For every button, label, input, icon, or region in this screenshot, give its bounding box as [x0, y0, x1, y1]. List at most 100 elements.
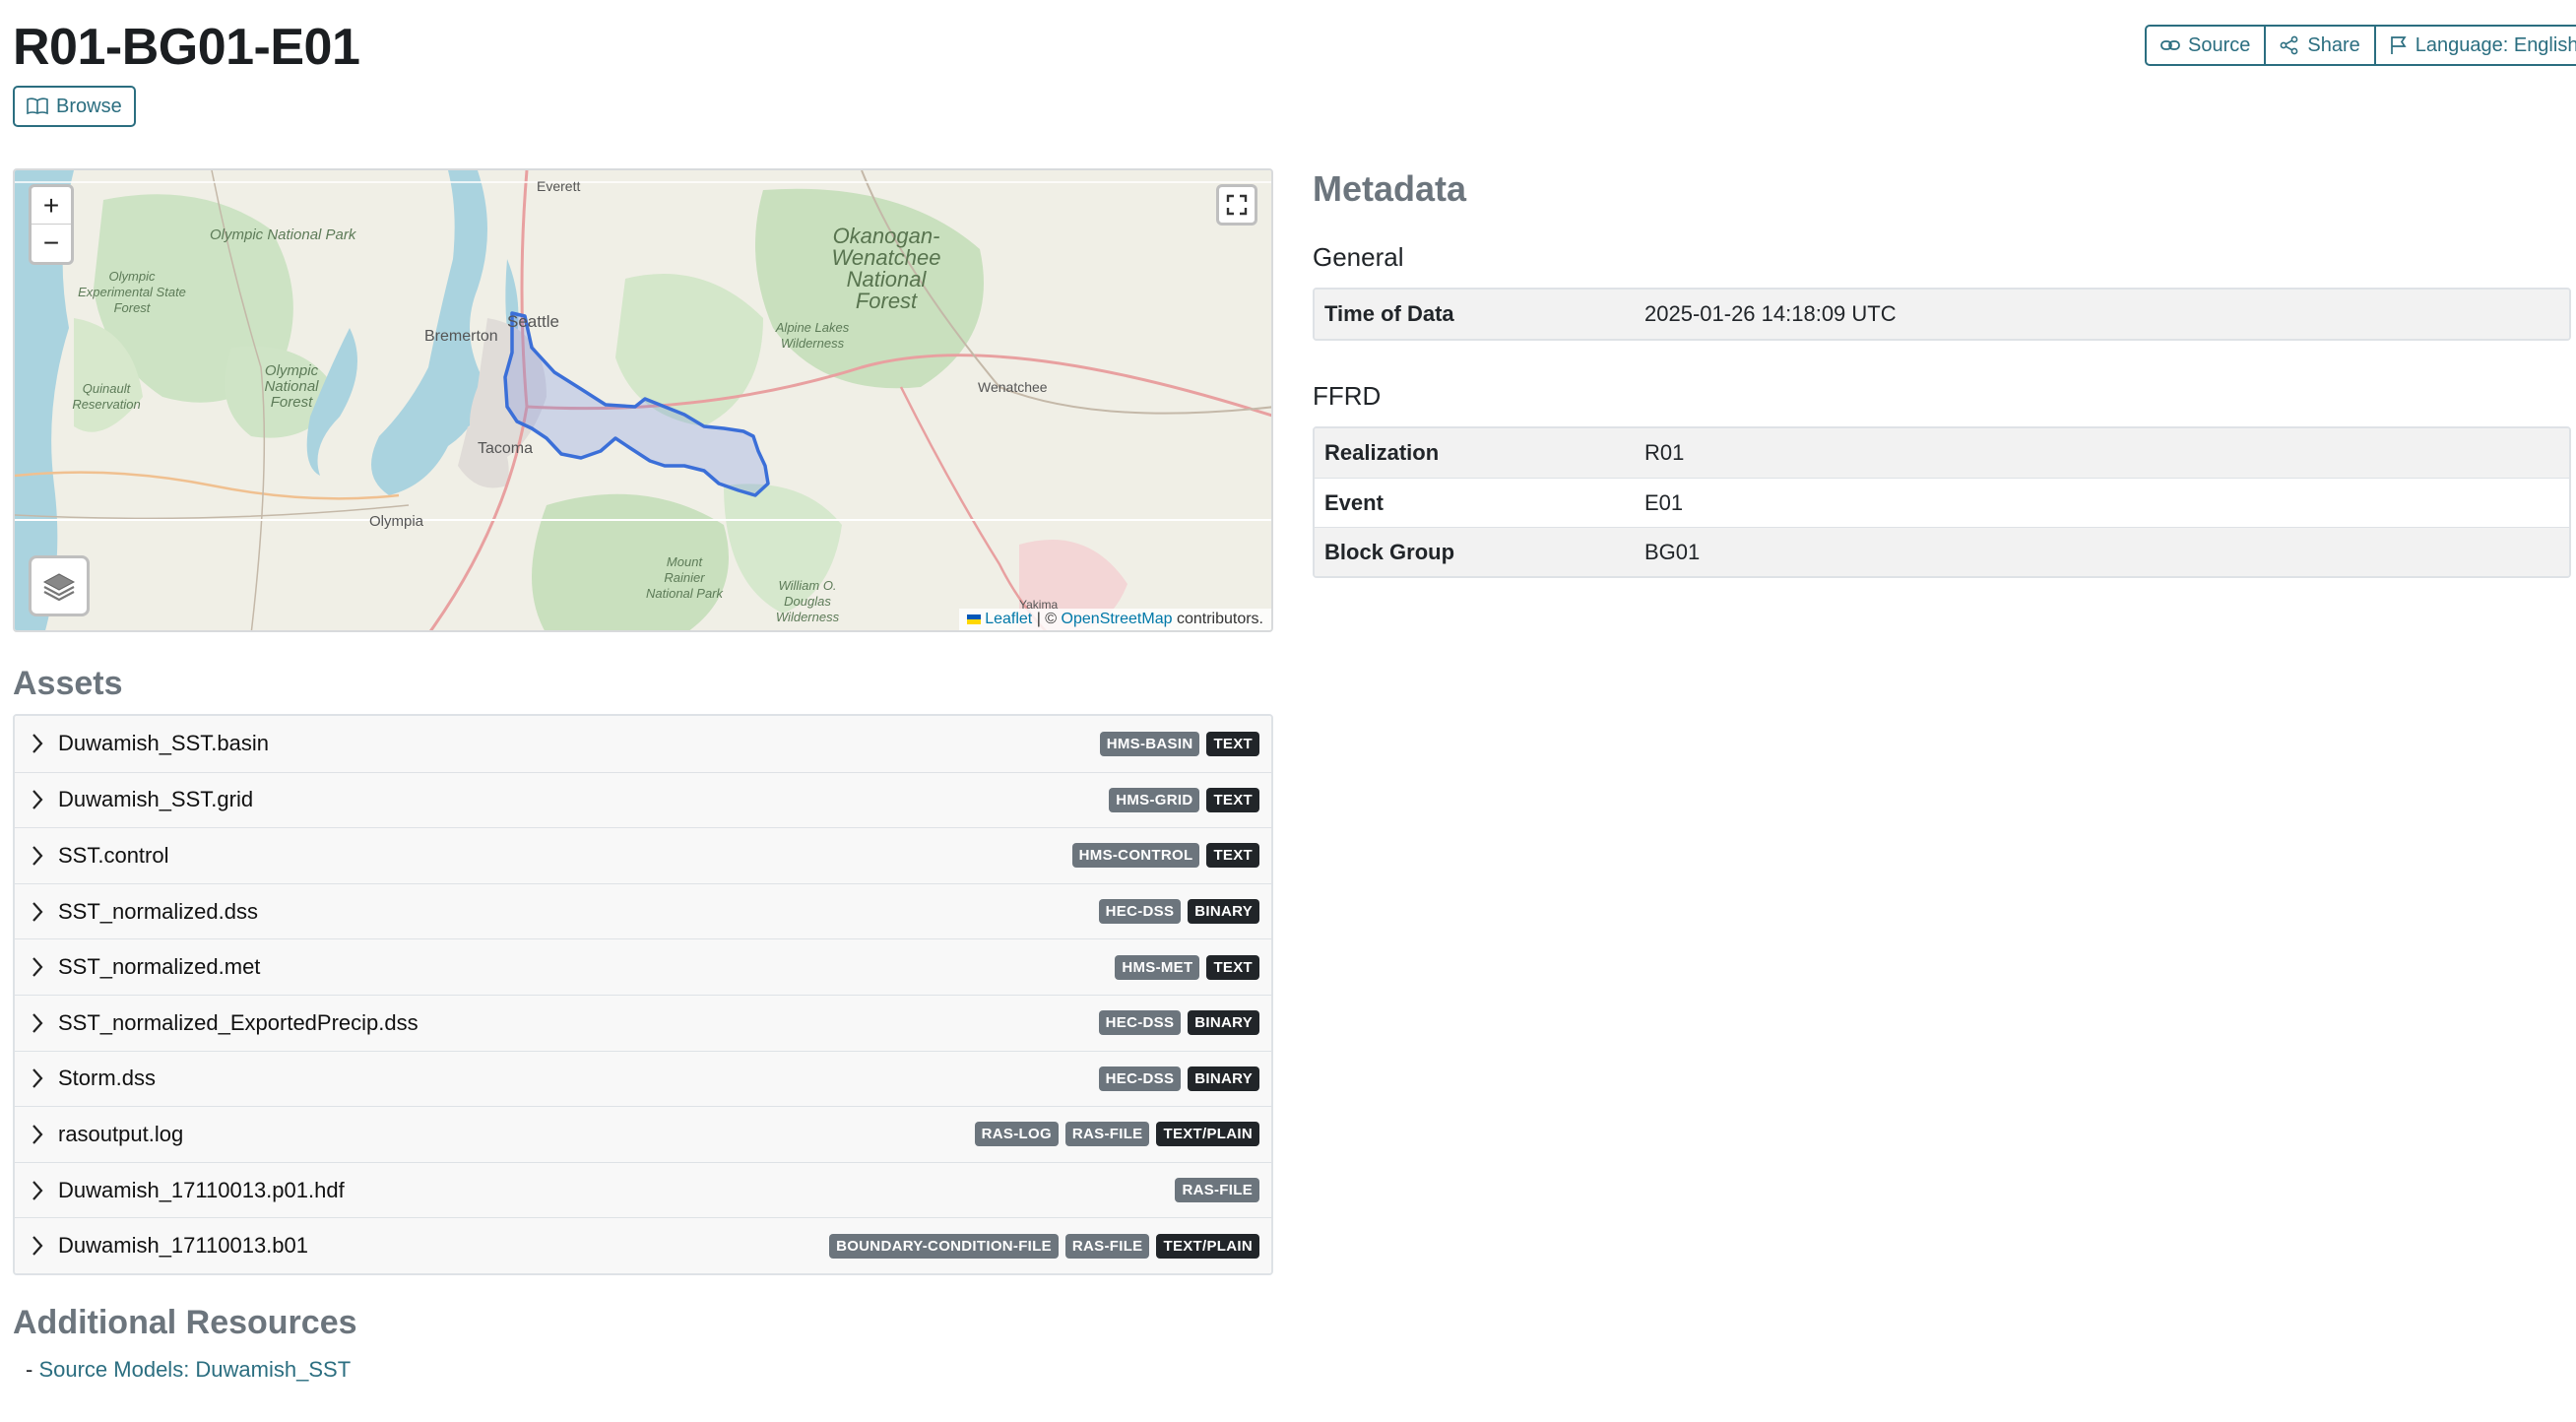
asset-name: SST_normalized_ExportedPrecip.dss	[58, 1009, 419, 1035]
map-label-douglas: William O. Douglas Wilderness	[775, 578, 840, 624]
map-label-rainier: Mount Rainier National Park	[645, 554, 724, 601]
additional-resources-list: - Source Models: Duwamish_SST	[26, 1357, 351, 1383]
metadata-title: Metadata	[1313, 168, 1467, 209]
role-badge: RAS-LOG	[974, 1122, 1059, 1147]
media-type-badge: TEXT/PLAIN	[1156, 1122, 1259, 1147]
browse-label: Browse	[56, 95, 122, 117]
role-badge: HEC-DSS	[1098, 1066, 1182, 1091]
zoom-in-button[interactable]: +	[32, 187, 71, 225]
map-label-quinault: Quinault Reservation	[72, 381, 141, 412]
asset-row[interactable]: Storm.dss HEC-DSS BINARY	[15, 1050, 1271, 1107]
media-type-badge: TEXT	[1206, 731, 1259, 756]
source-button[interactable]: Source	[2145, 25, 2267, 66]
asset-badges: HMS-MET TEXT	[1115, 954, 1259, 980]
asset-row[interactable]: SST_normalized.met HMS-MET TEXT	[15, 938, 1271, 995]
map-view[interactable]: Olympic National Park Olympic Experiment…	[13, 168, 1273, 632]
asset-row[interactable]: SST_normalized_ExportedPrecip.dss HEC-DSS…	[15, 994, 1271, 1051]
additional-resources-title: Additional Resources	[13, 1304, 357, 1341]
list-bullet: -	[26, 1357, 33, 1382]
row-key: Realization	[1324, 440, 1440, 465]
asset-row[interactable]: SST.control HMS-CONTROL TEXT	[15, 827, 1271, 883]
source-models-link[interactable]: Source Models: Duwamish_SST	[38, 1357, 351, 1382]
asset-name: SST_normalized.met	[58, 954, 261, 980]
share-button[interactable]: Share	[2264, 25, 2376, 66]
fullscreen-icon	[1226, 194, 1248, 216]
table-row: Event E01	[1315, 478, 2569, 527]
layers-button[interactable]	[29, 555, 90, 616]
source-label: Source	[2188, 33, 2251, 56]
chevron-right-icon[interactable]	[31, 1180, 58, 1201]
asset-badges: HEC-DSS BINARY	[1098, 899, 1259, 925]
asset-name: Duwamish_17110013.b01	[58, 1233, 308, 1259]
media-type-badge: BINARY	[1188, 1010, 1259, 1036]
asset-row[interactable]: Duwamish_17110013.p01.hdf RAS-FILE	[15, 1161, 1271, 1218]
asset-name: Storm.dss	[58, 1066, 157, 1091]
language-dropdown[interactable]: Language: English	[2373, 25, 2576, 66]
chevron-right-icon[interactable]	[31, 733, 58, 754]
role-badge: BOUNDARY-CONDITION-FILE	[829, 1233, 1059, 1259]
media-type-badge: TEXT/PLAIN	[1156, 1233, 1259, 1259]
ffrd-title: FFRD	[1313, 381, 1382, 411]
zoom-control: + −	[29, 184, 74, 265]
asset-name: rasoutput.log	[58, 1121, 184, 1146]
attribution-suffix: contributors.	[1176, 611, 1263, 627]
share-label: Share	[2307, 33, 2360, 56]
map-label-olympic-nf: Olympic National Forest	[264, 362, 319, 411]
browse-button[interactable]: Browse	[13, 86, 136, 127]
asset-badges: HMS-BASIN TEXT	[1099, 731, 1259, 756]
language-label: Language: English	[2415, 33, 2576, 56]
map-label-wenatchee: Wenatchee	[978, 379, 1048, 395]
map-label-seattle: Seattle	[507, 312, 559, 331]
media-type-badge: BINARY	[1188, 899, 1259, 925]
general-title: General	[1313, 242, 1404, 272]
book-icon	[27, 97, 48, 115]
chevron-right-icon[interactable]	[31, 845, 58, 867]
row-value: E01	[1644, 489, 1684, 515]
chevron-right-icon[interactable]	[31, 1124, 58, 1145]
page-title: R01-BG01-E01	[13, 19, 360, 76]
osm-link[interactable]: OpenStreetMap	[1062, 611, 1173, 627]
general-table: Time of Data 2025-01-26 14:18:09 UTC	[1313, 288, 2571, 341]
asset-name: Duwamish_SST.grid	[58, 787, 254, 812]
map-label-okanogan: Okanogan-Wenatchee National Forest	[831, 224, 941, 313]
map-label-bremerton: Bremerton	[424, 328, 498, 345]
header-actions: Source Share Language: English	[2145, 25, 2576, 66]
attribution-separator: | ©	[1036, 611, 1058, 627]
asset-badges: HMS-CONTROL TEXT	[1071, 843, 1259, 869]
map-label-alpine: Alpine Lakes Wilderness	[775, 320, 850, 351]
row-key: Event	[1324, 489, 1384, 515]
map-label-olympic-np: Olympic National Park	[210, 226, 356, 243]
map-label-everett: Everett	[537, 178, 581, 194]
ukraine-flag-icon	[966, 614, 981, 624]
asset-badges: HEC-DSS BINARY	[1098, 1010, 1259, 1036]
map-tiles	[15, 170, 1271, 630]
media-type-badge: TEXT	[1206, 954, 1259, 980]
chevron-right-icon[interactable]	[31, 1235, 58, 1257]
asset-row[interactable]: SST_normalized.dss HEC-DSS BINARY	[15, 882, 1271, 939]
asset-row[interactable]: rasoutput.log RAS-LOG RAS-FILE TEXT/PLAIN	[15, 1106, 1271, 1162]
asset-row[interactable]: Duwamish_17110013.b01 BOUNDARY-CONDITION-…	[15, 1217, 1271, 1273]
asset-name: Duwamish_SST.basin	[58, 731, 269, 756]
leaflet-link[interactable]: Leaflet	[985, 611, 1032, 627]
assets-list: Duwamish_SST.basin HMS-BASIN TEXT Duwamish_…	[13, 714, 1273, 1275]
asset-name: Duwamish_17110013.p01.hdf	[58, 1177, 345, 1202]
fullscreen-button[interactable]	[1216, 184, 1257, 226]
media-type-badge: TEXT	[1206, 843, 1259, 869]
asset-row[interactable]: Duwamish_SST.grid HMS-GRID TEXT	[15, 771, 1271, 828]
role-badge: RAS-FILE	[1175, 1178, 1259, 1203]
asset-badges: HMS-GRID TEXT	[1109, 787, 1259, 812]
map-label-tacoma: Tacoma	[478, 440, 534, 457]
chevron-right-icon[interactable]	[31, 1012, 58, 1034]
layers-icon	[42, 573, 76, 602]
zoom-out-button[interactable]: −	[32, 225, 71, 262]
chevron-right-icon[interactable]	[31, 789, 58, 810]
chevron-right-icon[interactable]	[31, 956, 58, 978]
row-value: BG01	[1644, 539, 1701, 564]
row-value: 2025-01-26 14:18:09 UTC	[1644, 301, 1897, 326]
media-type-badge: BINARY	[1188, 1066, 1259, 1091]
asset-row[interactable]: Duwamish_SST.basin HMS-BASIN TEXT	[15, 716, 1271, 772]
row-key: Block Group	[1324, 539, 1455, 564]
chevron-right-icon[interactable]	[31, 901, 58, 923]
chevron-right-icon[interactable]	[31, 1067, 58, 1089]
asset-badges: BOUNDARY-CONDITION-FILE RAS-FILE TEXT/PLAI…	[829, 1233, 1259, 1259]
